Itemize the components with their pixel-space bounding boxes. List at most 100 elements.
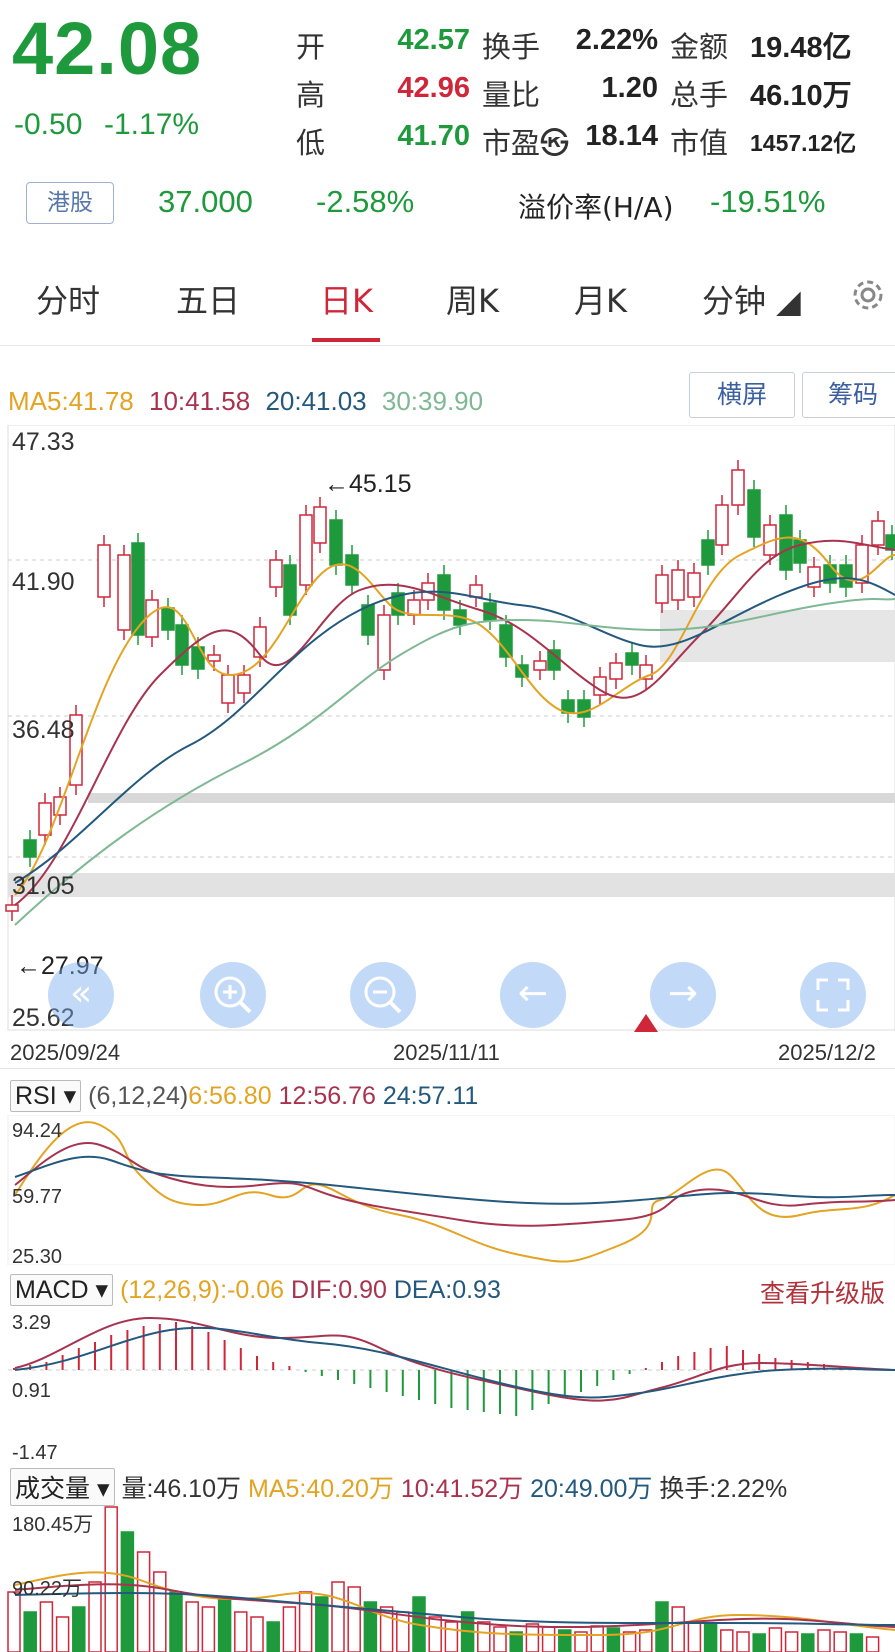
- candle-up: [533, 660, 547, 671]
- tab-weekly-k[interactable]: 周K: [446, 276, 499, 322]
- y-tick-2: 41.90: [12, 568, 75, 596]
- volume-selector[interactable]: 成交量 ▾: [10, 1468, 115, 1506]
- quote-stats: 开 42.57 换手 2.22% 金额 19.48亿 高 42.96 量比 1.…: [290, 20, 895, 160]
- total-volume-label: 总手: [670, 78, 729, 112]
- candle-up: [97, 544, 111, 598]
- candle-down: [23, 839, 37, 858]
- candlestick-chart[interactable]: [0, 425, 895, 1035]
- volume-bar: [217, 1596, 232, 1652]
- rsi12-line: [14, 1142, 895, 1227]
- rsi24-line: [14, 1155, 895, 1205]
- date-tick-end: 2025/12/2: [778, 1040, 876, 1065]
- open-value: 42.57: [397, 24, 470, 56]
- volume-bar: [720, 1629, 734, 1652]
- volume-bar: [525, 1623, 540, 1652]
- volume-bar: [104, 1506, 118, 1652]
- tab-monthly-k[interactable]: 月K: [574, 276, 627, 322]
- candle-down: [701, 539, 715, 566]
- volume-bar: [752, 1633, 766, 1652]
- zoom-in-button[interactable]: [200, 962, 266, 1028]
- tab-minute[interactable]: 分钟 ◢: [702, 276, 801, 322]
- candle-down: [885, 534, 895, 551]
- volume-bar: [120, 1531, 135, 1652]
- volume-bar: [817, 1629, 831, 1652]
- volume-bar: [39, 1601, 54, 1652]
- volume-ratio-label: 量比: [482, 78, 541, 112]
- volume-bar: [590, 1625, 604, 1652]
- rewind-button[interactable]: «: [48, 962, 114, 1028]
- volume-bar: [768, 1627, 783, 1652]
- upgrade-link[interactable]: 查看升级版: [760, 1274, 885, 1310]
- macd-header: MACD ▾ (12,26,9):-0.06 DIF:0.90 DEA:0.93: [10, 1274, 501, 1306]
- rsi-tick-top: 94.24: [12, 1120, 63, 1142]
- volume-bar: [801, 1633, 815, 1652]
- candle-up: [407, 599, 421, 616]
- market-cap-value: 1457.12亿: [750, 130, 857, 156]
- volume-bar: [784, 1631, 799, 1652]
- zoom-out-button[interactable]: [350, 962, 416, 1028]
- candle-up: [871, 520, 885, 546]
- macd-tick-bottom: -1.47: [12, 1442, 58, 1464]
- settings-gear-icon[interactable]: [848, 275, 888, 315]
- macd-selector[interactable]: MACD ▾: [10, 1274, 114, 1306]
- macd-tick-mid: 0.91: [12, 1380, 51, 1402]
- low-label: 低: [296, 126, 326, 160]
- volume-bar: [703, 1623, 718, 1652]
- turnover-label: 换手: [482, 30, 541, 64]
- volume-bar: [849, 1633, 864, 1652]
- support-band: [8, 873, 895, 897]
- volume-bar: [55, 1616, 70, 1652]
- zoom-out-icon: [364, 976, 402, 1014]
- candle-up: [731, 469, 745, 506]
- macd-params: (12,26,9):-0.06: [120, 1276, 285, 1304]
- rsi6-line: [14, 1121, 895, 1263]
- candle-up: [313, 506, 327, 544]
- hk-change-pct: -2.58%: [316, 184, 415, 219]
- market-cap-label: 市值: [670, 126, 729, 160]
- low-value: 41.70: [397, 120, 470, 152]
- volume-bar: [671, 1606, 685, 1652]
- volume-bar: [7, 1591, 21, 1652]
- ma10-label: 10:41.58: [148, 386, 251, 416]
- volume-bar: [234, 1611, 248, 1652]
- candle-up: [237, 674, 251, 694]
- tab-intraday[interactable]: 分时: [36, 276, 100, 322]
- tab-five-day[interactable]: 五日: [176, 276, 240, 322]
- rsi-frame: [7, 1115, 895, 1265]
- candle-up: [687, 572, 701, 598]
- macd-chart: [8, 1316, 895, 1416]
- volume-bar: [493, 1626, 507, 1652]
- candle-down: [161, 607, 175, 631]
- rsi-6: 6:56.80: [188, 1082, 272, 1110]
- hk-stock-badge[interactable]: 港股: [26, 182, 114, 224]
- volume-value: 量:46.10万: [121, 1475, 241, 1503]
- volume-bar: [396, 1611, 410, 1652]
- chips-button[interactable]: 筹码: [802, 372, 895, 418]
- candle-up: [253, 626, 267, 658]
- candle-up: [221, 674, 235, 704]
- turnover-value: 2.22%: [575, 24, 658, 56]
- macd-dif: DIF:0.90: [291, 1276, 387, 1304]
- volume-bar: [687, 1621, 702, 1652]
- rsi-24: 24:57.11: [382, 1082, 479, 1110]
- macd-tick-top: 3.29: [12, 1312, 51, 1334]
- premium-label: 溢价率(H/A): [518, 191, 674, 224]
- tab-daily-k[interactable]: 日K: [320, 276, 373, 322]
- active-tab-indicator: [312, 338, 380, 342]
- volume-bar: [865, 1636, 880, 1652]
- volume-ratio-value: 1.20: [601, 72, 658, 104]
- volume-bar: [153, 1571, 167, 1652]
- chart-frame: [7, 425, 895, 1031]
- last-price: 42.08: [12, 7, 203, 90]
- scroll-left-button[interactable]: ←: [500, 962, 566, 1028]
- volume-bar: [347, 1586, 361, 1652]
- landscape-button[interactable]: 横屏: [689, 372, 795, 418]
- premium-value: -19.51%: [710, 184, 826, 219]
- candle-down: [547, 649, 561, 671]
- candle-up: [38, 802, 52, 836]
- total-volume-value: 46.10万: [750, 80, 852, 112]
- rsi-selector[interactable]: RSI ▾: [10, 1080, 82, 1112]
- high-label: 高: [296, 78, 326, 112]
- fullscreen-button[interactable]: [800, 962, 866, 1028]
- candle-up: [5, 904, 19, 912]
